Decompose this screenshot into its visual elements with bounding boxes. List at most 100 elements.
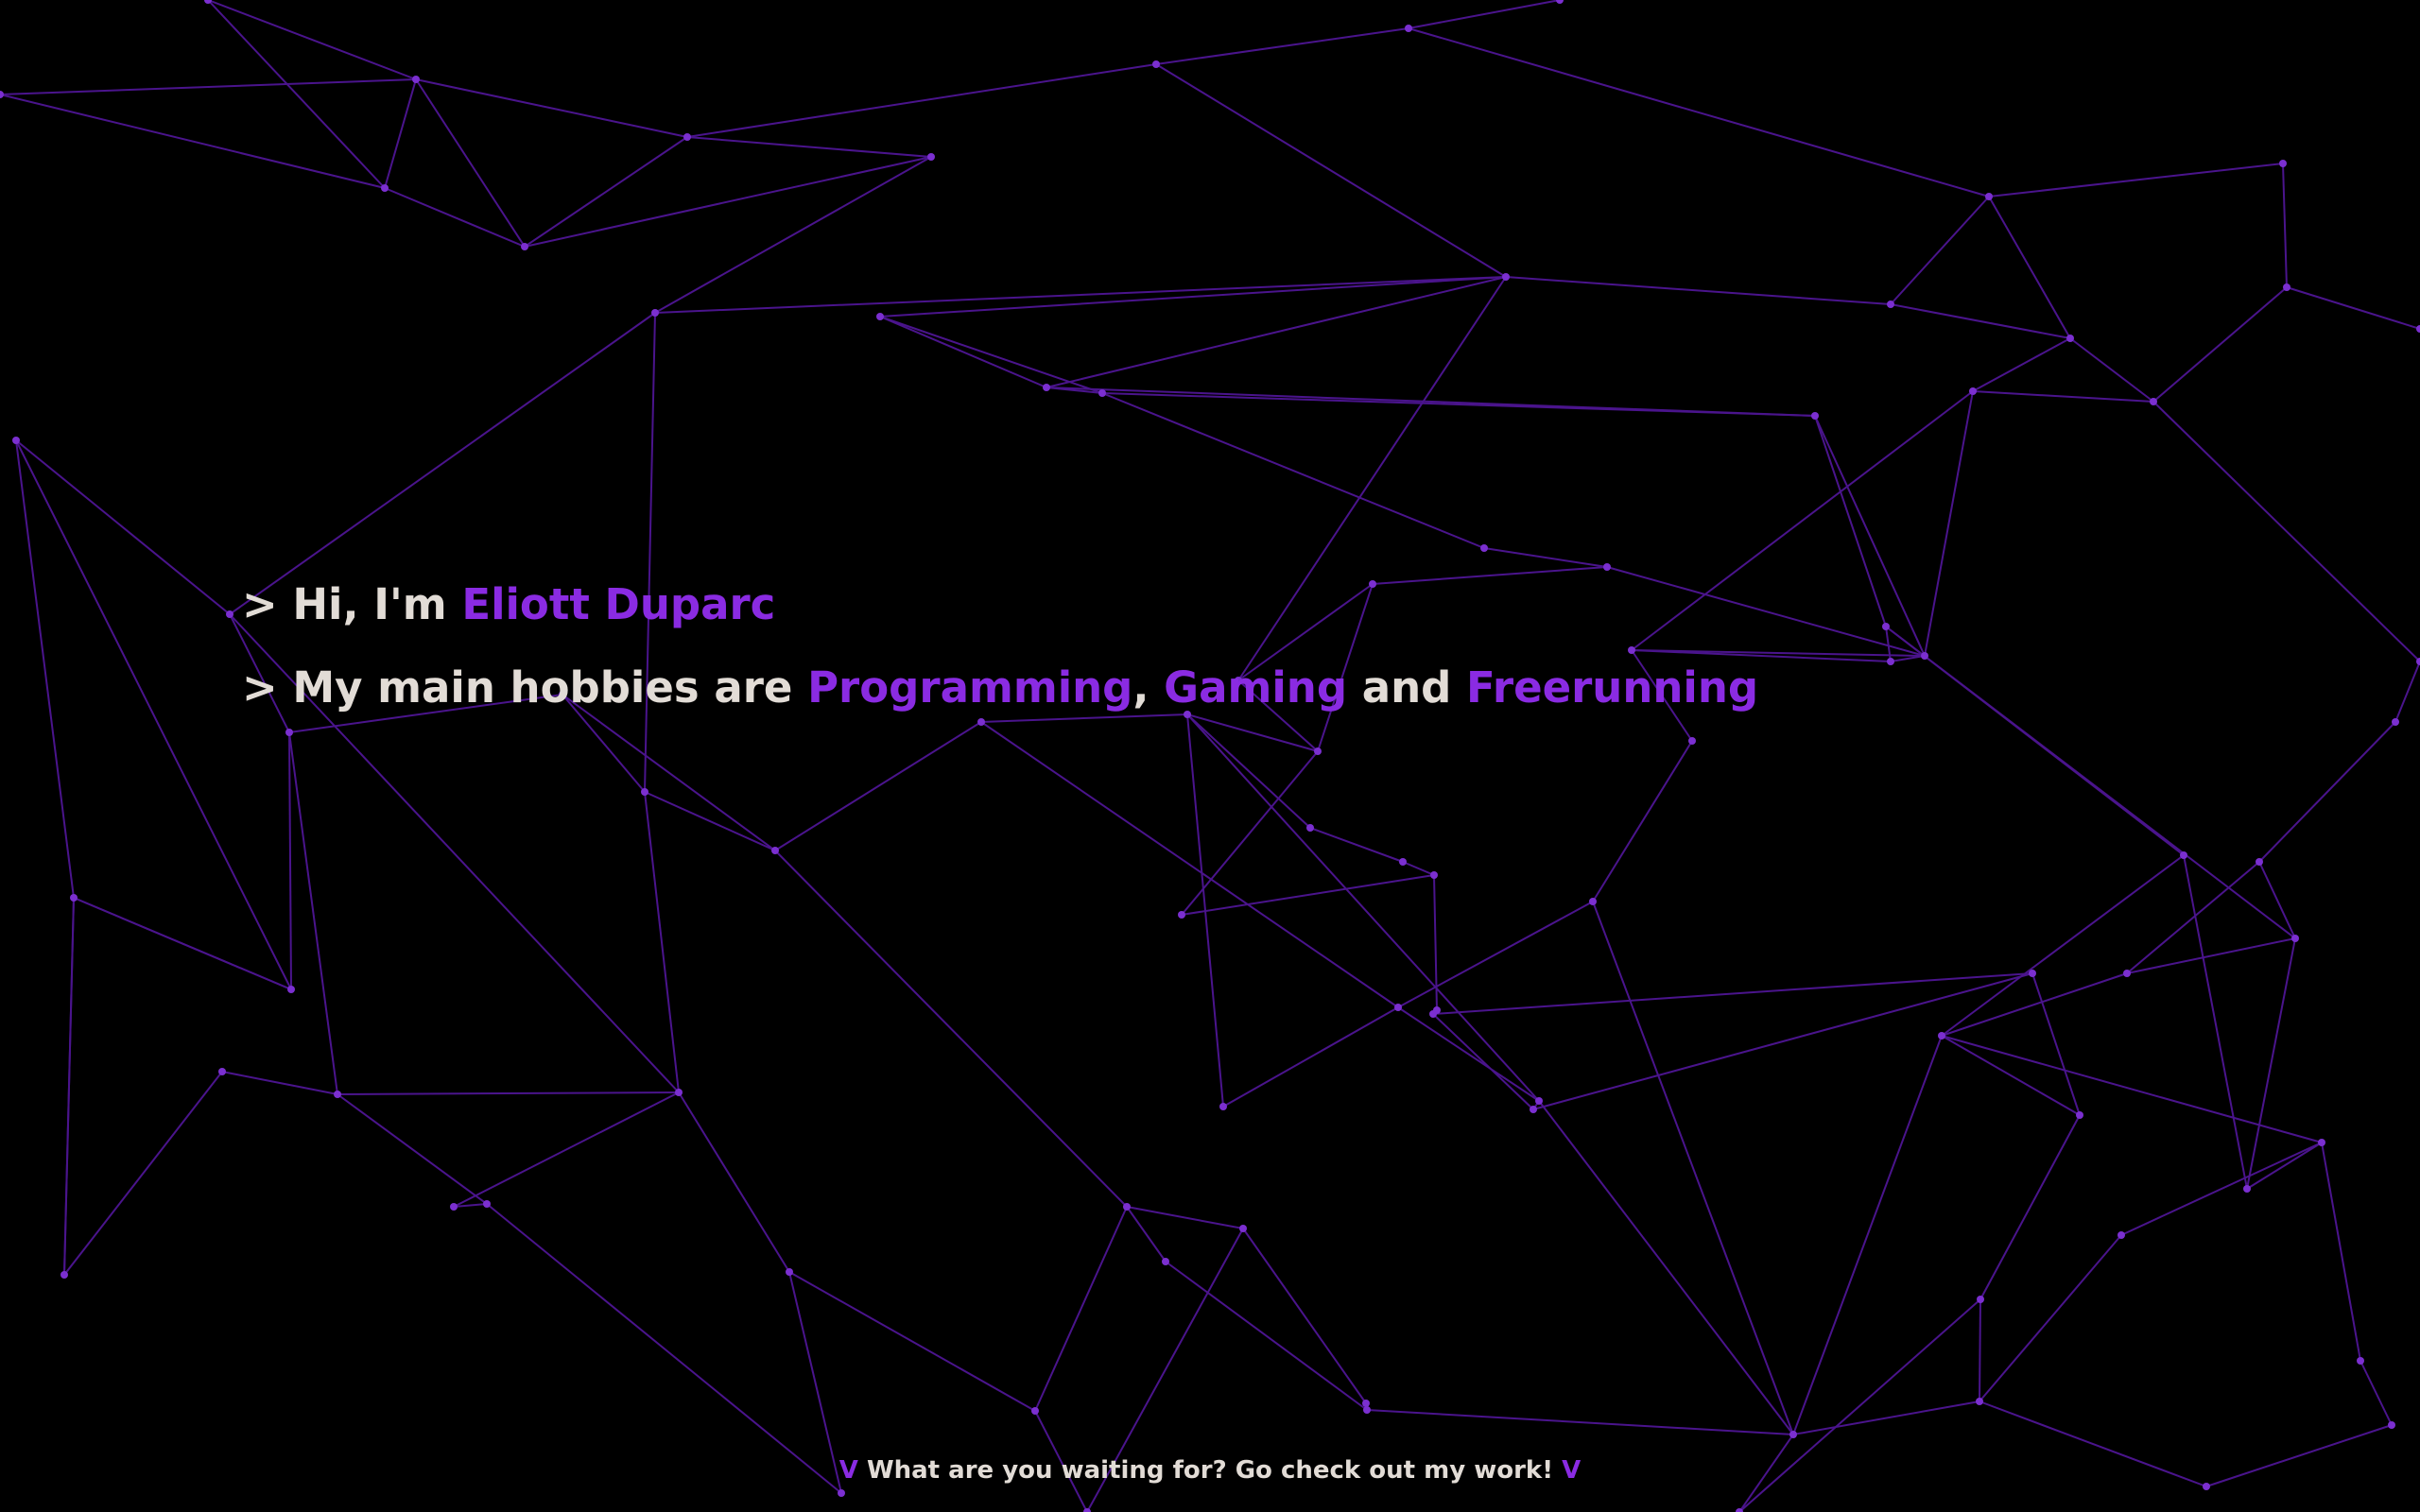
- mesh-node: [1430, 871, 1438, 879]
- mesh-edge: [1538, 1100, 1794, 1435]
- mesh-edge: [1885, 626, 2185, 856]
- mesh-node: [2416, 325, 2420, 333]
- mesh-node: [1363, 1406, 1371, 1414]
- mesh-edge: [1972, 390, 2154, 403]
- prompt-symbol: >: [242, 662, 278, 713]
- cta-text: What are you waiting for? Go check out m…: [866, 1456, 1554, 1485]
- mesh-edge: [1408, 0, 1561, 29]
- mesh-node: [1556, 0, 1564, 4]
- mesh-node: [2256, 858, 2263, 866]
- mesh-edge: [2258, 721, 2396, 863]
- mesh-edge: [2152, 401, 2420, 662]
- mesh-edge: [1890, 196, 1990, 305]
- mesh-node: [1399, 858, 1407, 866]
- hobby-programming: Programming: [807, 662, 1133, 713]
- mesh-edge: [2246, 937, 2296, 1190]
- mesh-edge: [1397, 901, 1594, 1008]
- mesh-node: [1535, 1097, 1543, 1105]
- mesh-node: [70, 894, 78, 902]
- greeting-line: > Hi, I'm Eliott Duparc: [242, 563, 1758, 646]
- mesh-node: [334, 1091, 341, 1098]
- chevron-down-icon: V: [1562, 1456, 1582, 1485]
- mesh-edge: [2246, 1142, 2323, 1190]
- mesh-node: [2388, 1421, 2395, 1429]
- mesh-node: [675, 1089, 683, 1096]
- mesh-node: [2150, 398, 2157, 405]
- mesh-node: [2180, 851, 2187, 859]
- mesh-edge: [2126, 861, 2260, 974]
- mesh-edge: [384, 187, 526, 248]
- mesh-edge: [337, 1093, 488, 1205]
- mesh-node: [1589, 898, 1597, 905]
- mesh-edge: [1924, 390, 1974, 657]
- mesh-edge: [1941, 972, 2128, 1037]
- mesh-node: [1921, 652, 1928, 660]
- mesh-edge: [1792, 1035, 1943, 1435]
- mesh-edge: [1979, 1114, 2081, 1300]
- mesh-edge: [1505, 276, 1892, 305]
- mesh-edge: [207, 0, 386, 189]
- mesh-edge: [1890, 655, 1926, 662]
- mesh-edge: [1432, 1013, 1534, 1110]
- mesh-edge: [644, 791, 776, 851]
- mesh-edge: [1101, 392, 1485, 549]
- mesh-edge: [337, 1091, 680, 1095]
- mesh-edge: [2321, 1142, 2361, 1362]
- mesh-edge: [1432, 972, 2033, 1015]
- mesh-node: [1031, 1407, 1039, 1415]
- mesh-node: [786, 1268, 793, 1276]
- mesh-node: [1123, 1203, 1131, 1211]
- mesh-edge: [2120, 1142, 2323, 1236]
- mesh-node: [838, 1489, 845, 1497]
- mesh-edge: [415, 78, 688, 138]
- mesh-node: [2066, 335, 2074, 342]
- mesh-node: [2318, 1139, 2325, 1146]
- mesh-edge: [524, 136, 688, 248]
- hobby-freerunning: Freerunning: [1466, 662, 1759, 713]
- mesh-edge: [1165, 1261, 1368, 1411]
- mesh-edge: [73, 897, 292, 990]
- mesh-edge: [686, 63, 1157, 138]
- mesh-edge: [879, 316, 1047, 388]
- mesh-node: [1362, 1400, 1370, 1407]
- mesh-node: [2357, 1357, 2364, 1365]
- mesh-node: [1977, 1296, 1984, 1303]
- mesh-edge: [1034, 1206, 1128, 1412]
- mesh-node: [450, 1203, 458, 1211]
- mesh-edge: [15, 439, 75, 899]
- mesh-node: [1306, 824, 1314, 832]
- mesh-edge: [678, 1091, 790, 1273]
- mesh-edge: [2394, 661, 2420, 723]
- mesh-node: [641, 788, 648, 796]
- mesh-node: [1314, 747, 1322, 755]
- greeting-text: Hi, I'm: [292, 579, 447, 629]
- mesh-node: [2279, 160, 2287, 167]
- mesh-edge: [2282, 163, 2288, 288]
- mesh-edge: [2258, 861, 2296, 939]
- mesh-edge: [1941, 854, 2185, 1037]
- mesh-edge: [1186, 713, 1540, 1102]
- mesh-edge: [1155, 63, 1507, 278]
- mesh-node: [1162, 1258, 1169, 1265]
- mesh-node: [1811, 412, 1819, 420]
- scroll-to-work-link[interactable]: V What are you waiting for? Go check out…: [0, 1452, 2420, 1489]
- mesh-node: [0, 91, 4, 98]
- mesh-edge: [15, 439, 231, 615]
- mesh-node: [1394, 1004, 1402, 1011]
- mesh-edge: [2126, 937, 2296, 974]
- mesh-node: [1405, 25, 1412, 32]
- mesh-node: [60, 1271, 68, 1279]
- mesh-edge: [1366, 1409, 1794, 1435]
- mesh-edge: [1941, 1035, 2323, 1143]
- background-network-mesh: [0, 0, 2420, 1512]
- mesh-node: [285, 729, 293, 736]
- mesh-node: [651, 309, 659, 317]
- chevron-down-icon: V: [838, 1456, 858, 1485]
- mesh-edge: [1433, 874, 1438, 1011]
- mesh-edge: [1402, 861, 1435, 876]
- mesh-node: [2283, 284, 2290, 291]
- mesh-node: [521, 243, 528, 250]
- mesh-edge: [879, 276, 1507, 318]
- mesh-edge: [63, 897, 75, 1276]
- hobby-separator: ,: [1132, 662, 1150, 713]
